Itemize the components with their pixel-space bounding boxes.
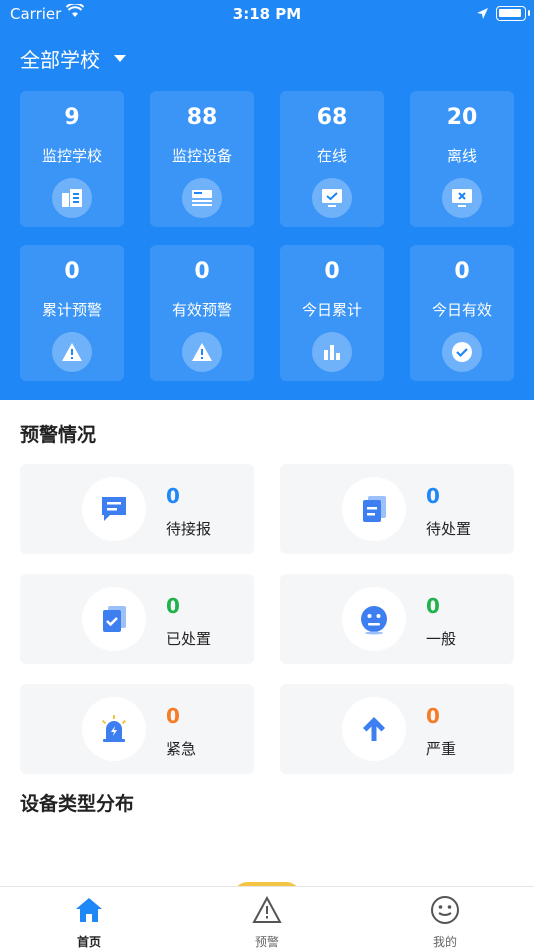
warning-card-disposed[interactable]: 0 已处置 (20, 574, 254, 664)
warning-value: 0 (166, 484, 180, 508)
warning-label: 紧急 (166, 740, 197, 758)
chat-icon (82, 477, 146, 541)
tab-bar: 首页 预警 我的 (0, 886, 534, 950)
stat-value: 9 (64, 105, 80, 130)
warning-value: 0 (166, 704, 180, 728)
stat-value: 20 (446, 105, 478, 130)
warning-value: 0 (426, 594, 440, 618)
warning-card-pending-report[interactable]: 0 待接报 (20, 464, 254, 554)
warning-icon (52, 332, 92, 372)
warning-section-title: 预警情况 (20, 424, 97, 446)
stat-value: 0 (194, 259, 210, 284)
stat-card-online[interactable]: 68 在线 (280, 91, 384, 227)
stat-label: 有效预警 (171, 301, 232, 319)
stat-value: 0 (324, 259, 340, 284)
monitor-check-icon (312, 178, 352, 218)
warning-label: 严重 (426, 740, 457, 758)
stat-value: 88 (186, 105, 218, 130)
stat-card-schools[interactable]: 9 监控学校 (20, 91, 124, 227)
stat-card-devices[interactable]: 88 监控设备 (150, 91, 254, 227)
warning-value: 0 (426, 704, 440, 728)
home-icon (74, 895, 104, 925)
monitor-x-icon (442, 178, 482, 218)
stat-label: 监控设备 (171, 147, 232, 165)
checked-document-icon (82, 587, 146, 651)
check-circle-icon (442, 332, 482, 372)
bar-chart-icon (312, 332, 352, 372)
siren-icon (82, 697, 146, 761)
stat-value: 0 (454, 259, 470, 284)
smile-icon (430, 895, 460, 925)
warning-value: 0 (166, 594, 180, 618)
tab-label: 预警 (254, 935, 279, 949)
stat-card-today-total[interactable]: 0 今日累计 (280, 245, 384, 381)
warning-card-pending-disposal[interactable]: 0 待处置 (280, 464, 514, 554)
document-icon (342, 477, 406, 541)
stat-label: 今日有效 (431, 301, 492, 319)
stat-value: 68 (316, 105, 348, 130)
warning-label: 待接报 (166, 520, 212, 538)
status-bar: Carrier 3:18 PM (0, 0, 534, 28)
warning-label: 已处置 (166, 630, 212, 648)
warning-triangle-icon (252, 895, 282, 925)
stat-label: 离线 (446, 147, 477, 165)
stat-card-today-valid[interactable]: 0 今日有效 (410, 245, 514, 381)
arrow-up-icon (342, 697, 406, 761)
warning-icon (182, 332, 222, 372)
stat-label: 今日累计 (301, 301, 362, 319)
warning-card-general[interactable]: 0 一般 (280, 574, 514, 664)
clock: 3:18 PM (232, 5, 302, 23)
tab-label: 首页 (76, 935, 101, 949)
caret-down-icon (114, 55, 126, 62)
tab-home[interactable]: 首页 (0, 887, 178, 950)
stat-label: 监控学校 (41, 147, 102, 165)
tab-label: 我的 (432, 935, 457, 949)
warning-card-urgent[interactable]: 0 紧急 (20, 684, 254, 774)
stat-label: 在线 (316, 147, 347, 165)
warning-label: 一般 (426, 630, 457, 648)
stat-card-offline[interactable]: 20 离线 (410, 91, 514, 227)
warning-label: 待处置 (426, 520, 472, 538)
warning-value: 0 (426, 484, 440, 508)
tab-mine[interactable]: 我的 (356, 887, 534, 950)
warning-card-severe[interactable]: 0 严重 (280, 684, 514, 774)
face-icon (342, 587, 406, 651)
device-section-title: 设备类型分布 (20, 793, 135, 815)
device-icon (182, 178, 222, 218)
stat-label: 累计预警 (41, 301, 102, 319)
school-selector-label: 全部学校 (20, 48, 100, 72)
location-arrow-icon (476, 6, 489, 24)
tab-warning[interactable]: 预警 (178, 887, 356, 950)
building-icon (52, 178, 92, 218)
stat-card-total-warnings[interactable]: 0 累计预警 (20, 245, 124, 381)
stat-card-valid-warnings[interactable]: 0 有效预警 (150, 245, 254, 381)
school-selector[interactable]: 全部学校 (20, 44, 126, 73)
battery-icon (496, 6, 530, 21)
stat-value: 0 (64, 259, 80, 284)
